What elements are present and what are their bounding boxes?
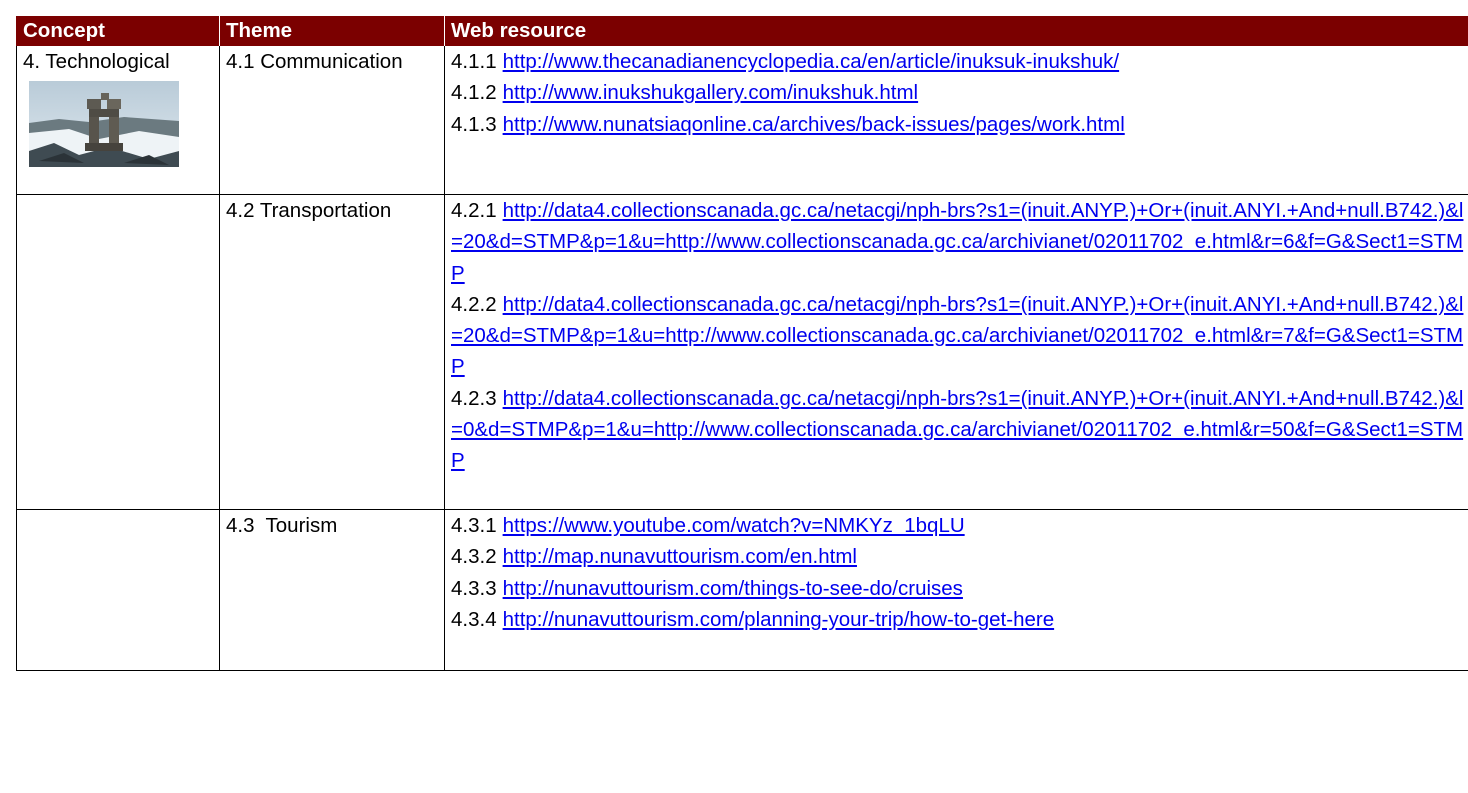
concept-cell xyxy=(16,194,220,510)
theme-label: 4.2 Transportation xyxy=(226,199,392,222)
resource-number: 4.3.3 xyxy=(451,576,497,600)
resource-number: 4.3.4 xyxy=(451,607,497,631)
theme-label: 4.1 Communication xyxy=(226,50,403,73)
theme-cell: 4.2 Transportation xyxy=(219,194,445,510)
resource-link[interactable]: http://www.inukshukgallery.com/inukshuk.… xyxy=(503,81,919,104)
resource-link[interactable]: http://www.thecanadianencyclopedia.ca/en… xyxy=(503,50,1120,73)
concept-cell xyxy=(16,509,220,671)
theme-label: 4.3 Tourism xyxy=(226,514,338,537)
resource-number: 4.2.1 xyxy=(451,199,497,222)
resource-number: 4.1.2 xyxy=(451,81,497,105)
resource-item: 4.1.1 http://www.thecanadianencyclopedia.… xyxy=(451,46,1468,77)
resource-number: 4.1.1 xyxy=(451,50,497,73)
resource-item: 4.2.2 http://data4.collectionscanada.gc.c… xyxy=(451,289,1468,383)
resource-item: 4.3.2 http://map.nunavuttourism.com/en.ht… xyxy=(451,541,1468,572)
resource-number: 4.2.3 xyxy=(451,386,497,410)
resource-link[interactable]: http://nunavuttourism.com/planning-your-… xyxy=(503,608,1055,631)
resource-link[interactable]: https://www.youtube.com/watch?v=NMKYz_1b… xyxy=(503,514,965,537)
table-row: 4.3 Tourism 4.3.1 https://www.youtube.com… xyxy=(16,509,1468,671)
table-row: 4.2 Transportation 4.2.1 http://data4.col… xyxy=(16,194,1468,510)
resource-link[interactable]: http://www.nunatsiaqonline.ca/archives/b… xyxy=(503,113,1125,136)
inukshuk-photo xyxy=(29,81,179,168)
resource-number: 4.1.3 xyxy=(451,112,497,136)
resource-number: 4.2.2 xyxy=(451,292,497,316)
table-row: 4. Technological 4.1 Communication 4.1.1… xyxy=(16,46,1468,195)
resource-item: 4.2.1 http://data4.collectionscanada.gc.c… xyxy=(451,195,1468,289)
resource-item: 4.3.3 http://nunavuttourism.com/things-to… xyxy=(451,573,1468,604)
resource-link[interactable]: http://map.nunavuttourism.com/en.html xyxy=(503,545,857,568)
resource-link[interactable]: http://data4.collectionscanada.gc.ca/net… xyxy=(451,199,1463,285)
resource-link[interactable]: http://data4.collectionscanada.gc.ca/net… xyxy=(451,293,1463,379)
resource-number: 4.3.1 xyxy=(451,514,497,537)
resource-link[interactable]: http://data4.collectionscanada.gc.ca/net… xyxy=(451,387,1463,473)
concept-cell: 4. Technological xyxy=(16,46,220,195)
resource-item: 4.1.2 http://www.inukshukgallery.com/inuk… xyxy=(451,77,1468,108)
header-theme: Theme xyxy=(219,16,445,46)
resource-number: 4.3.2 xyxy=(451,545,497,569)
resource-item: 4.3.1 https://www.youtube.com/watch?v=NMK… xyxy=(451,510,1468,541)
concept-label: 4. Technological xyxy=(23,50,170,73)
theme-cell: 4.1 Communication xyxy=(219,46,445,195)
header-concept: Concept xyxy=(16,16,220,46)
theme-cell: 4.3 Tourism xyxy=(219,509,445,671)
resource-link[interactable]: http://nunavuttourism.com/things-to-see-… xyxy=(503,577,963,600)
resource-item: 4.3.4 http://nunavuttourism.com/planning-… xyxy=(451,604,1468,635)
resources-cell: 4.1.1 http://www.thecanadianencyclopedia.… xyxy=(444,46,1468,195)
resources-cell: 4.3.1 https://www.youtube.com/watch?v=NMK… xyxy=(444,509,1468,671)
resource-item: 4.1.3 http://www.nunatsiaqonline.ca/archi… xyxy=(451,109,1468,140)
header-web-resource: Web resource xyxy=(444,16,1468,46)
web-resources-table: Concept Theme Web resource 4. Technologi… xyxy=(16,16,1468,671)
resources-cell: 4.2.1 http://data4.collectionscanada.gc.c… xyxy=(444,194,1468,510)
table-header-row: Concept Theme Web resource xyxy=(16,16,1468,46)
resource-item: 4.2.3 http://data4.collectionscanada.gc.c… xyxy=(451,383,1468,477)
document-page: Concept Theme Web resource 4. Technologi… xyxy=(16,16,1468,671)
